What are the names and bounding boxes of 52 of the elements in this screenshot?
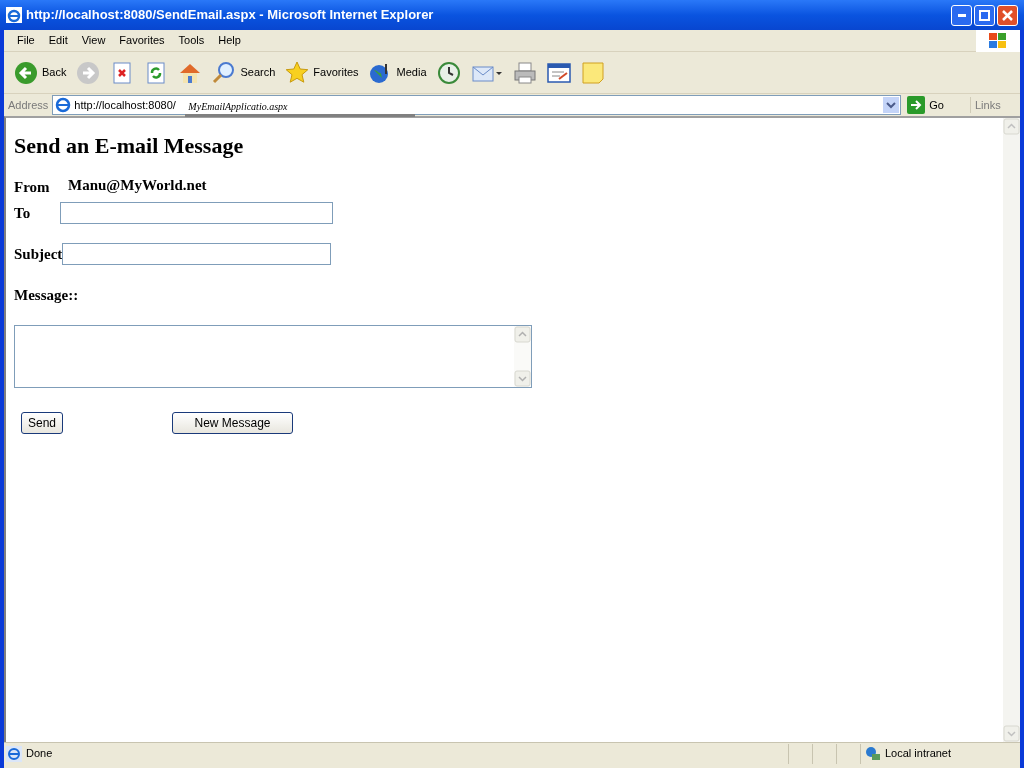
menu-item[interactable]: File bbox=[10, 32, 42, 49]
menu-item[interactable]: Help bbox=[211, 32, 248, 49]
window-title: http://localhost:8080/SendEmail.aspx - Microsoft Internet Explorer bbox=[26, 6, 435, 25]
dropdown-icon[interactable] bbox=[883, 97, 900, 113]
status-text: Done bbox=[26, 746, 54, 762]
media-button[interactable]: Media bbox=[366, 55, 429, 90]
address-label: Address bbox=[8, 97, 49, 113]
windows-logo-icon bbox=[988, 31, 1008, 50]
network-icon bbox=[865, 745, 881, 762]
favorites-button[interactable]: Favorites bbox=[283, 55, 361, 90]
search-icon bbox=[212, 60, 237, 85]
address-field[interactable]: http://localhost:8080/ MyEmailApplicatio.aspx bbox=[52, 95, 902, 115]
page-icon bbox=[55, 97, 72, 113]
search-button[interactable]: Search bbox=[210, 55, 278, 90]
scroll-down-icon[interactable] bbox=[1003, 725, 1020, 742]
minimize-button[interactable] bbox=[951, 4, 972, 26]
scroll-up-icon[interactable] bbox=[514, 325, 531, 343]
subject-field[interactable] bbox=[62, 243, 332, 265]
from-label: From bbox=[14, 178, 51, 197]
zone-text: Local intranet bbox=[885, 746, 952, 762]
menu-item[interactable]: View bbox=[74, 32, 113, 49]
document-edit-icon bbox=[546, 60, 571, 85]
subject-label: Subject bbox=[14, 244, 63, 264]
star-icon bbox=[285, 60, 310, 85]
message-label: Message:: bbox=[14, 286, 80, 305]
printer-icon bbox=[512, 60, 537, 85]
go-button[interactable]: Go bbox=[905, 96, 946, 114]
note-icon bbox=[580, 60, 605, 85]
maximize-icon bbox=[979, 9, 990, 21]
page-icon bbox=[6, 745, 22, 762]
close-icon bbox=[1002, 9, 1013, 21]
scroll-up-icon[interactable] bbox=[1003, 118, 1020, 135]
new-message-button[interactable]: New Message bbox=[172, 411, 294, 434]
message-field[interactable] bbox=[14, 324, 532, 388]
menu-item[interactable]: Tools bbox=[171, 32, 212, 49]
scrollbar[interactable] bbox=[1003, 118, 1020, 742]
scroll-down-icon[interactable] bbox=[514, 369, 531, 387]
browser-icon bbox=[6, 7, 22, 23]
to-label: To bbox=[14, 203, 32, 223]
clock-icon bbox=[436, 60, 461, 85]
menu-item[interactable]: Favorites bbox=[112, 32, 172, 49]
address-text: http://localhost:8080/ bbox=[74, 97, 176, 113]
page-heading: Send an E-mail Message bbox=[14, 132, 245, 160]
from-address: Manu@MyWorld.net bbox=[68, 175, 207, 195]
to-field[interactable] bbox=[60, 202, 333, 224]
links-button[interactable]: Links bbox=[970, 96, 1020, 114]
minimize-icon bbox=[957, 13, 966, 17]
menu-item[interactable]: Edit bbox=[41, 32, 75, 49]
send-button[interactable]: Send bbox=[21, 411, 64, 434]
back-button[interactable]: Back bbox=[12, 55, 69, 90]
close-button[interactable] bbox=[997, 4, 1018, 26]
maximize-button[interactable] bbox=[974, 4, 995, 26]
